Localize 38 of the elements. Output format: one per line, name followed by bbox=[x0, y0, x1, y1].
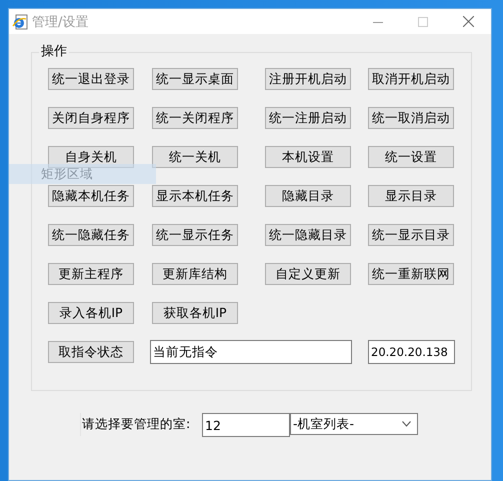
room-field[interactable]: 12 bbox=[202, 413, 290, 437]
close-icon[interactable] bbox=[463, 16, 474, 27]
ip-field[interactable]: 20.20.20.138 bbox=[368, 340, 455, 364]
status-field[interactable]: 当前无指令 bbox=[150, 340, 352, 364]
command-button[interactable]: 统一重新联网 bbox=[368, 263, 454, 285]
group-title: 操作 bbox=[39, 44, 69, 60]
chevron-icon bbox=[402, 421, 411, 427]
command-button[interactable]: 统一显示桌面 bbox=[152, 68, 238, 90]
command-button[interactable]: 显示目录 bbox=[368, 185, 454, 207]
maximize-icon[interactable] bbox=[418, 16, 428, 26]
window-title: 管理/设置 bbox=[32, 14, 88, 30]
room-dropdown[interactable]: -机室列表- bbox=[290, 413, 418, 435]
command-button[interactable]: 更新主程序 bbox=[48, 263, 134, 285]
command-button[interactable]: 统一显示任务 bbox=[152, 224, 238, 246]
command-button[interactable]: 隐藏目录 bbox=[265, 185, 351, 207]
command-button[interactable]: 获取各机IP bbox=[152, 302, 238, 324]
rectangle-region-label: 矩形区域 bbox=[9, 164, 156, 184]
command-button[interactable]: 自定义更新 bbox=[265, 263, 351, 285]
command-button[interactable]: 关闭自身程序 bbox=[48, 107, 134, 129]
command-button[interactable]: 显示本机任务 bbox=[152, 185, 238, 207]
command-button[interactable]: 录入各机IP bbox=[48, 302, 134, 324]
status-button[interactable]: 取指令状态 bbox=[48, 341, 134, 363]
command-button[interactable]: 统一退出登录 bbox=[48, 68, 134, 90]
command-button[interactable]: 更新库结构 bbox=[152, 263, 238, 285]
command-button[interactable]: 本机设置 bbox=[265, 146, 351, 168]
command-button[interactable]: 隐藏本机任务 bbox=[48, 185, 134, 207]
browser-e-icon bbox=[12, 14, 28, 30]
command-button[interactable]: 统一隐藏任务 bbox=[48, 224, 134, 246]
command-button[interactable]: 统一关闭程序 bbox=[152, 107, 238, 129]
command-button[interactable]: 统一隐藏目录 bbox=[265, 224, 351, 246]
command-button[interactable]: 统一设置 bbox=[368, 146, 454, 168]
command-button[interactable]: 统一显示目录 bbox=[368, 224, 454, 246]
command-button[interactable]: 统一取消启动 bbox=[368, 107, 454, 129]
command-button[interactable]: 统一注册启动 bbox=[265, 107, 351, 129]
command-button[interactable]: 取消开机启动 bbox=[368, 68, 454, 90]
command-button[interactable]: 统一关机 bbox=[152, 146, 238, 168]
command-button[interactable]: 自身关机 bbox=[48, 146, 134, 168]
command-button[interactable]: 注册开机启动 bbox=[265, 68, 351, 90]
